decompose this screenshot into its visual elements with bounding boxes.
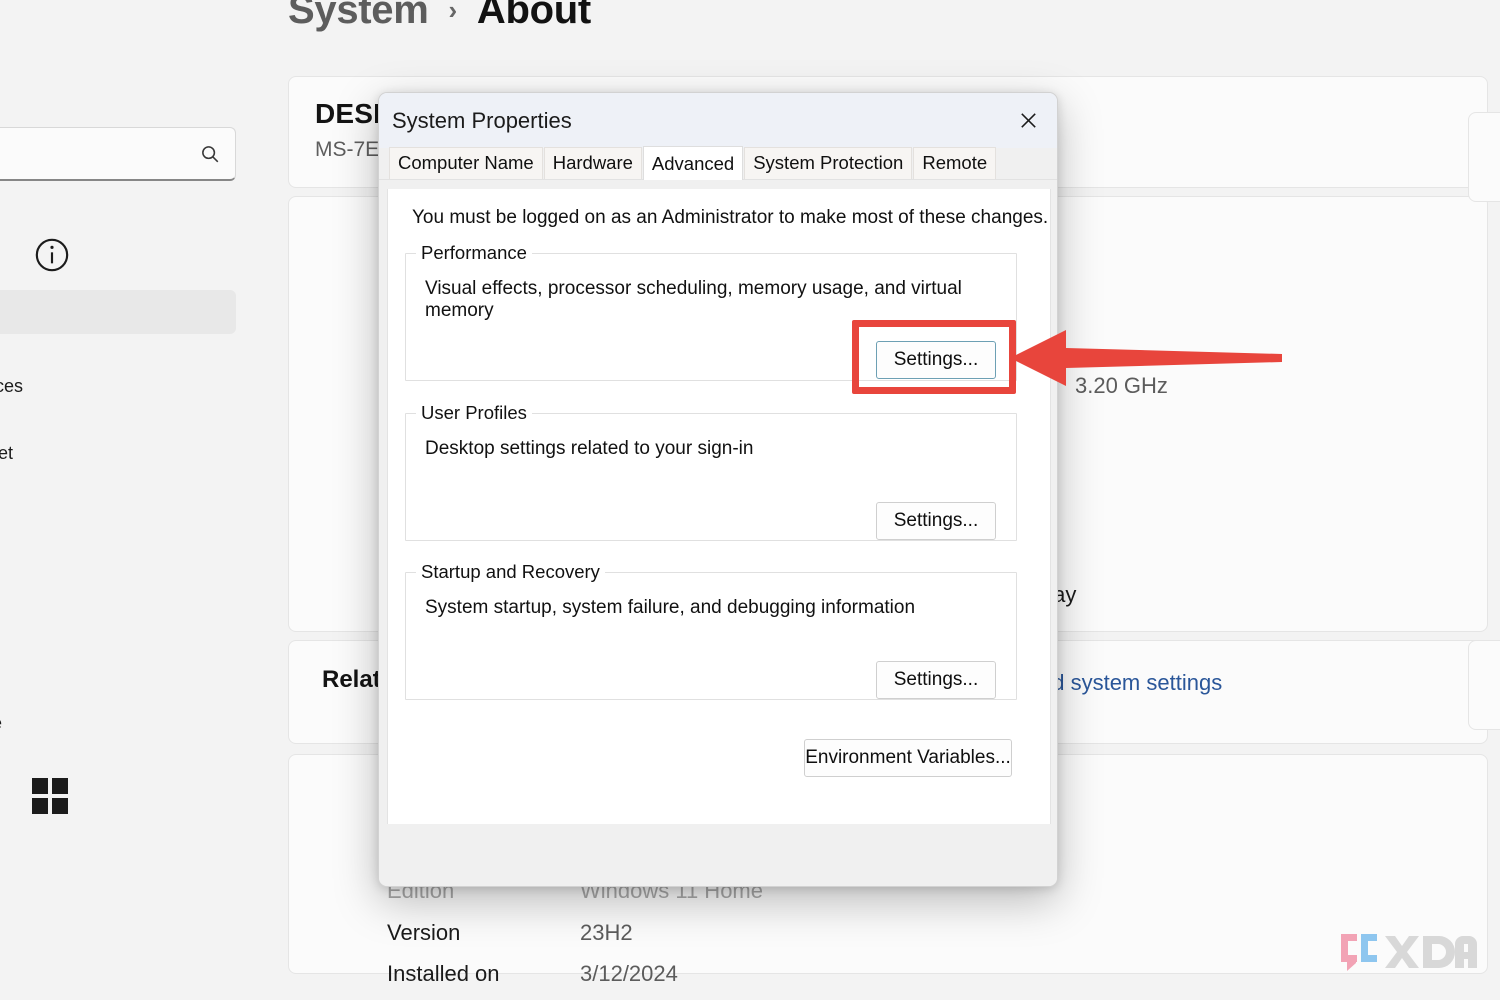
annotation-arrow-icon: [1010, 330, 1282, 386]
search-icon: [199, 143, 221, 165]
dialog-footer: [379, 824, 1057, 886]
sidebar-item-label: ge: [0, 713, 2, 734]
close-icon[interactable]: [999, 93, 1057, 148]
chevron-right-icon: ›: [448, 0, 458, 25]
row-key: Installed on: [387, 961, 500, 986]
info-icon: [32, 235, 72, 275]
side-card-bottom: [1468, 640, 1500, 730]
row-value: 3/12/2024: [580, 961, 678, 986]
advanced-system-settings-link[interactable]: ed system settings: [1040, 670, 1222, 696]
environment-variables-button[interactable]: Environment Variables...: [804, 739, 1012, 777]
user-profiles-group-legend: User Profiles: [416, 402, 532, 424]
sidebar-item-4[interactable]: ge: [0, 701, 236, 745]
page-title: About: [476, 0, 591, 32]
user-profiles-settings-button[interactable]: Settings...: [876, 502, 996, 540]
tab-advanced[interactable]: Advanced: [642, 145, 744, 180]
windows-logo-icon: [32, 778, 68, 814]
breadcrumb-parent[interactable]: System: [288, 0, 429, 33]
performance-settings-button[interactable]: Settings...: [876, 341, 996, 379]
xda-watermark: [1341, 934, 1477, 971]
sidebar-item-label: rnet: [0, 442, 14, 463]
row-value: 23H2: [580, 920, 633, 945]
dialog-title-bar: System Properties: [379, 93, 1057, 148]
administrator-note: You must be logged on as an Administrato…: [412, 207, 1049, 228]
dialog-tab-strip: Computer Name Hardware Advanced System P…: [379, 145, 1057, 180]
breadcrumb: System › About: [288, 0, 591, 33]
tab-hardware[interactable]: Hardware: [543, 146, 642, 179]
side-card-top: [1468, 112, 1500, 202]
row-key: Version: [387, 920, 461, 945]
sidebar-item-6[interactable]: te: [0, 955, 236, 999]
device-model: MS-7E: [315, 138, 380, 161]
dialog-title: System Properties: [392, 107, 572, 133]
screen: nt vices rnet ge ity te System › About D…: [0, 0, 1500, 1000]
performance-group-description: Visual effects, processor scheduling, me…: [425, 278, 962, 321]
settings-sidebar: nt vices rnet ge ity te: [0, 0, 237, 1000]
tab-computer-name[interactable]: Computer Name: [389, 146, 543, 179]
tab-remote[interactable]: Remote: [913, 146, 997, 179]
search-input[interactable]: [0, 127, 236, 181]
performance-group-legend: Performance: [416, 242, 532, 264]
user-profiles-group-description: Desktop settings related to your sign-in: [425, 438, 754, 459]
startup-recovery-group-description: System startup, system failure, and debu…: [425, 597, 916, 618]
startup-recovery-group-legend: Startup and Recovery: [416, 561, 605, 583]
sidebar-item-5[interactable]: ity: [0, 902, 236, 946]
sidebar-item-3[interactable]: rnet: [0, 431, 236, 475]
startup-recovery-settings-button[interactable]: Settings...: [876, 661, 996, 699]
tab-system-protection[interactable]: System Protection: [744, 146, 913, 179]
sidebar-item-label: vices: [0, 375, 24, 396]
system-properties-dialog: System Properties Computer Name Hardware…: [378, 92, 1058, 887]
sidebar-item-1-selected[interactable]: [0, 290, 236, 334]
sidebar-item-2[interactable]: vices: [0, 364, 236, 408]
related-section-title: Relat: [322, 666, 381, 693]
